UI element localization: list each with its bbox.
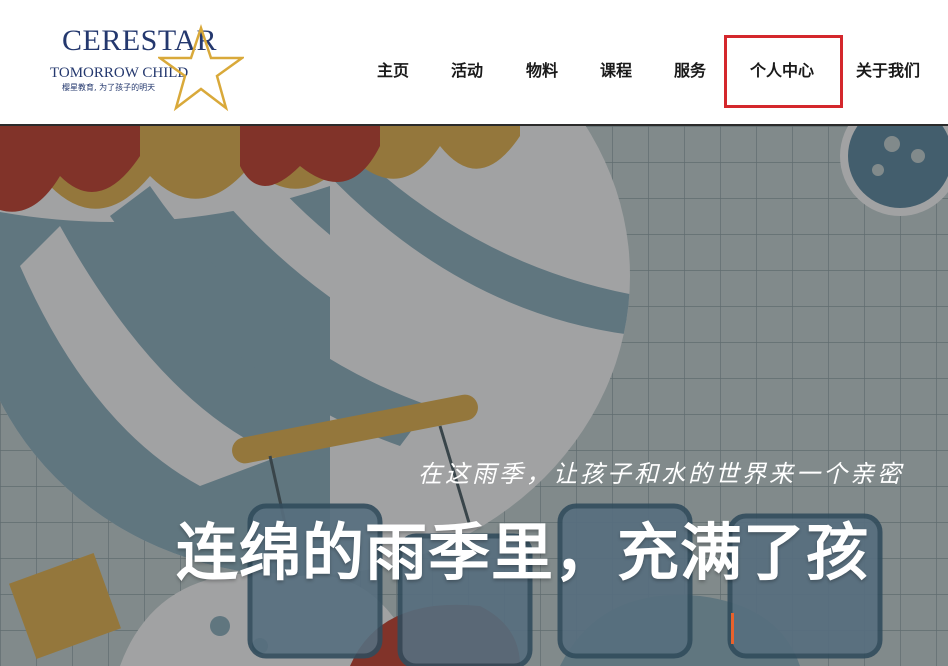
nav-item-about-us[interactable]: 关于我们 xyxy=(856,58,920,84)
nav-item-courses[interactable]: 课程 xyxy=(600,58,632,84)
hero-subtitle: 在这雨季，让孩子和水的世界来一个亲密 xyxy=(418,460,904,488)
hero-banner: 在这雨季，让孩子和水的世界来一个亲密 连绵的雨季里，充满了孩 xyxy=(0,126,948,666)
hero-title: 连绵的雨季里，充满了孩 xyxy=(176,516,870,589)
nav-item-materials[interactable]: 物料 xyxy=(526,58,558,84)
highlight-box xyxy=(724,35,843,108)
nav-item-activities[interactable]: 活动 xyxy=(451,58,483,84)
hero-accent-line xyxy=(731,613,734,644)
nav-item-services[interactable]: 服务 xyxy=(674,58,706,84)
logo-star-icon xyxy=(158,24,244,112)
logo-tagline: 樱星教育, 为了孩子的明天 xyxy=(62,83,156,92)
site-header: CERESTAR TOMORROW CHILD 樱星教育, 为了孩子的明天 主页… xyxy=(0,0,948,126)
site-logo[interactable]: CERESTAR TOMORROW CHILD 樱星教育, 为了孩子的明天 xyxy=(46,20,246,116)
nav-item-home[interactable]: 主页 xyxy=(377,58,409,84)
